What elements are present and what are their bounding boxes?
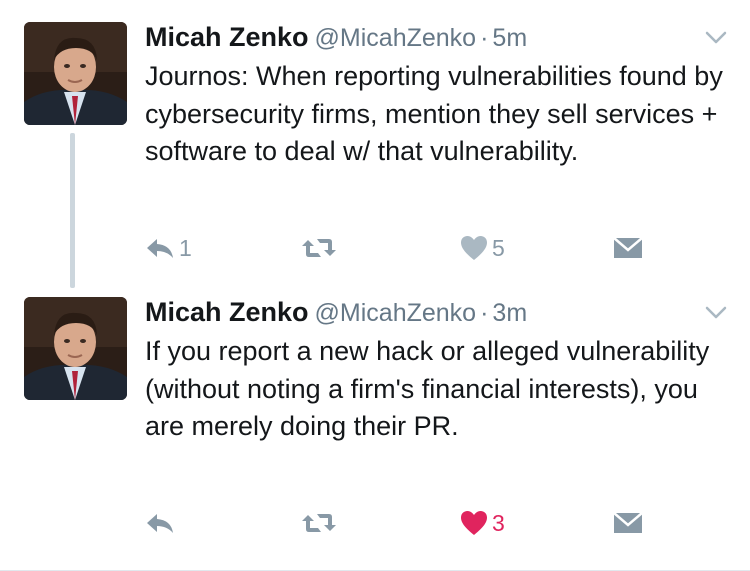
retweet-icon <box>302 239 336 257</box>
like-count: 5 <box>492 234 505 261</box>
heart-icon <box>461 511 487 535</box>
like-count: 3 <box>492 509 505 536</box>
direct-message-button[interactable] <box>613 232 643 264</box>
envelope-icon <box>613 512 643 533</box>
thread-line <box>70 133 75 288</box>
like-button[interactable]: 3 <box>460 507 505 539</box>
avatar[interactable] <box>24 297 127 400</box>
author-handle[interactable]: @MicahZenko <box>315 299 477 327</box>
retweet-icon <box>302 514 336 532</box>
author-handle[interactable]: @MicahZenko <box>315 24 477 52</box>
chevron-down-icon[interactable] <box>704 30 728 46</box>
tweet-actions: 1 5 <box>145 232 665 264</box>
reply-button[interactable] <box>145 507 179 539</box>
direct-message-button[interactable] <box>613 507 643 539</box>
tweet[interactable]: Micah Zenko @MicahZenko · 5m Journos: When … <box>0 0 750 288</box>
like-button[interactable]: 5 <box>460 232 505 264</box>
author-name[interactable]: Micah Zenko <box>145 22 309 52</box>
tweet-text: If you report a new hack or alleged vuln… <box>145 336 710 441</box>
tweet-text: Journos: When reporting vulnerabilities … <box>145 61 723 166</box>
envelope-icon <box>613 237 643 258</box>
reply-icon <box>147 239 173 258</box>
tweet-header: Micah Zenko @MicahZenko · 3m <box>145 297 690 329</box>
timestamp[interactable]: 5m <box>492 24 527 52</box>
retweet-button[interactable] <box>301 507 341 539</box>
reply-count: 1 <box>179 234 192 261</box>
separator: · <box>480 24 489 52</box>
avatar[interactable] <box>24 22 127 125</box>
retweet-button[interactable] <box>301 232 341 264</box>
heart-icon <box>461 236 487 260</box>
tweet[interactable]: Micah Zenko @MicahZenko · 3m If you report … <box>0 285 750 571</box>
reply-icon <box>147 514 173 533</box>
chevron-down-icon[interactable] <box>704 305 728 321</box>
tweet-actions: 3 <box>145 507 665 539</box>
separator: · <box>480 299 489 327</box>
reply-button[interactable]: 1 <box>145 232 192 264</box>
tweet-header: Micah Zenko @MicahZenko · 5m <box>145 22 690 54</box>
author-name[interactable]: Micah Zenko <box>145 297 309 327</box>
timestamp[interactable]: 3m <box>492 299 527 327</box>
